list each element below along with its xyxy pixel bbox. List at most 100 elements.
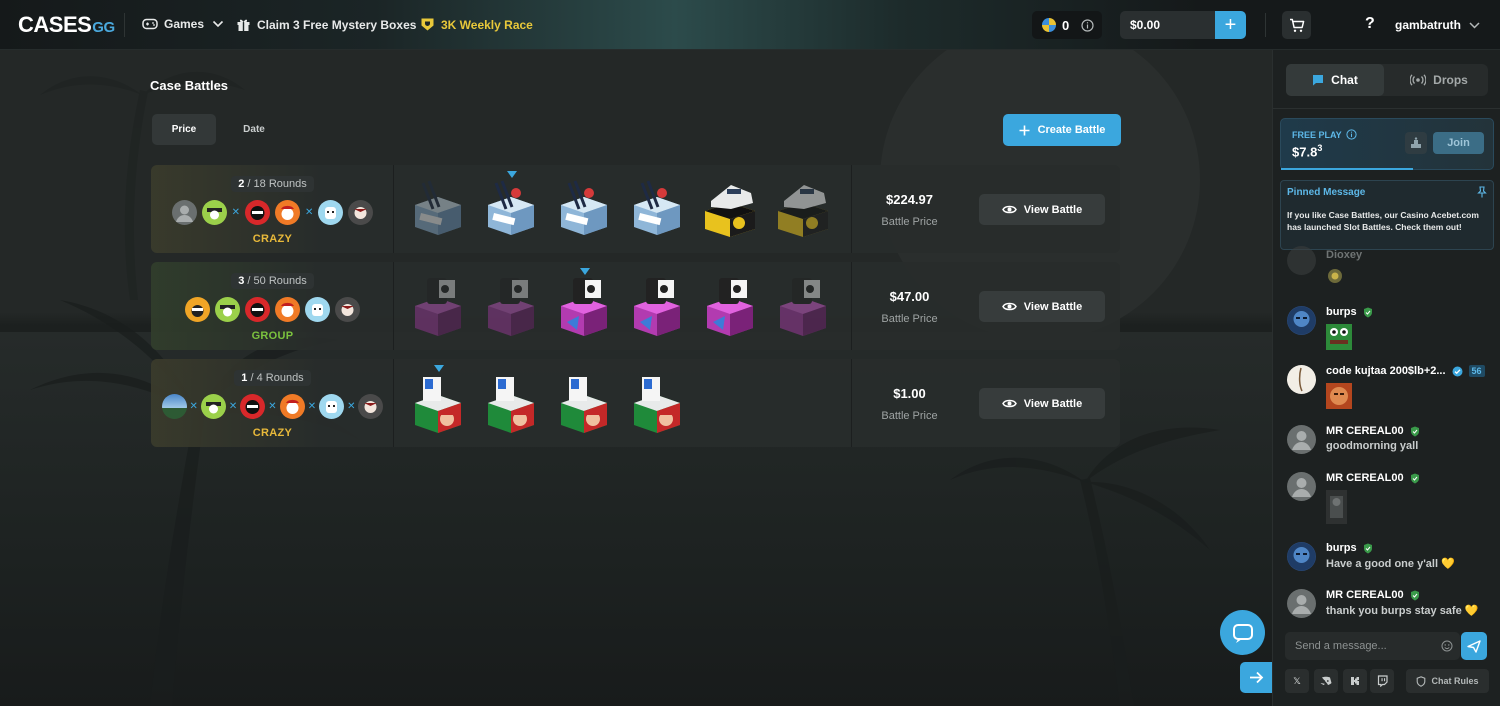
case-item[interactable] <box>701 175 759 241</box>
deposit-button[interactable]: + <box>1215 11 1246 39</box>
case-item[interactable] <box>628 272 686 338</box>
kick-link[interactable] <box>1343 669 1367 693</box>
plus-icon <box>1019 125 1030 135</box>
discord-link[interactable] <box>1314 669 1338 693</box>
avatar[interactable] <box>275 199 300 225</box>
battle-row[interactable]: 1 / 4 Rounds ✕ ✕ ✕ ✕ ✕ CRAZY $1.00 Battl… <box>151 359 1120 447</box>
avatar[interactable] <box>1287 472 1316 501</box>
avatar[interactable] <box>1287 589 1316 618</box>
sort-tab-price[interactable]: Price <box>152 114 216 145</box>
chat-rules-button[interactable]: Chat Rules <box>1406 669 1489 693</box>
view-battle-button[interactable]: View Battle <box>979 388 1105 419</box>
avatar[interactable] <box>200 393 226 419</box>
user-menu[interactable]: gambatruth <box>1395 18 1480 32</box>
vs-icon: ✕ <box>307 400 317 412</box>
avatar[interactable] <box>1287 246 1316 275</box>
chat-message-input[interactable]: Send a message... <box>1285 632 1460 660</box>
case-item[interactable] <box>774 272 832 338</box>
wallet-balance[interactable]: $0.00 <box>1120 11 1216 39</box>
info-icon[interactable] <box>1346 129 1357 140</box>
case-item[interactable] <box>555 369 613 435</box>
sort-tab-date[interactable]: Date <box>222 114 286 145</box>
help-icon[interactable]: ? <box>1365 15 1375 33</box>
send-message-button[interactable] <box>1461 632 1487 660</box>
chat-username[interactable]: code kujtaa 200$lb+2... 56 <box>1326 365 1485 377</box>
chat-username[interactable]: burps <box>1326 306 1373 318</box>
shield-icon <box>1410 590 1419 600</box>
info-icon[interactable] <box>1081 18 1094 32</box>
avatar[interactable] <box>358 393 384 419</box>
avatar[interactable] <box>305 296 330 322</box>
avatar[interactable] <box>245 296 270 322</box>
case-item[interactable] <box>482 369 540 435</box>
nav-weekly-race[interactable]: 3K Weekly Race <box>420 17 533 32</box>
case-item[interactable] <box>774 175 832 241</box>
divider <box>1273 108 1500 109</box>
nav-games[interactable]: Games <box>142 17 224 31</box>
avatar[interactable] <box>1287 365 1316 394</box>
free-play-amount-value: $7.8 <box>1292 144 1318 160</box>
case-item[interactable] <box>628 369 686 435</box>
console-case-icon <box>561 278 607 336</box>
chat-username[interactable]: Dioxey <box>1326 249 1362 261</box>
avatar[interactable] <box>335 296 360 322</box>
chat-bubble-button[interactable] <box>1220 610 1265 655</box>
avatar[interactable] <box>215 296 240 322</box>
case-item[interactable] <box>555 175 613 241</box>
tab-drops[interactable]: Drops <box>1390 64 1488 96</box>
avatar[interactable] <box>201 199 227 225</box>
avatar[interactable] <box>348 199 374 225</box>
cart-button[interactable] <box>1282 11 1311 39</box>
view-battle-button[interactable]: View Battle <box>979 194 1105 225</box>
chat-username[interactable]: burps <box>1326 542 1373 554</box>
case-item[interactable] <box>701 272 759 338</box>
total-rounds: / 4 Rounds <box>250 372 304 384</box>
vs-icon: ✕ <box>268 400 277 412</box>
case-item[interactable] <box>628 175 686 241</box>
tab-chat[interactable]: Chat <box>1286 64 1384 96</box>
case-item[interactable] <box>409 272 467 338</box>
avatar[interactable] <box>1287 425 1316 454</box>
vs-icon: ✕ <box>305 206 314 218</box>
avatar[interactable] <box>1287 542 1316 571</box>
coin-balance[interactable]: 0 <box>1032 11 1102 39</box>
nav-mystery-boxes[interactable]: Claim 3 Free Mystery Boxes <box>236 17 416 32</box>
view-battle-button[interactable]: View Battle <box>979 291 1105 322</box>
case-item[interactable] <box>409 175 467 241</box>
avatar[interactable] <box>161 393 187 419</box>
chat-username[interactable]: MR CEREAL00 <box>1326 472 1420 484</box>
avatar[interactable] <box>240 393 266 419</box>
ski-case-icon <box>415 180 461 235</box>
chat-username[interactable]: MR CEREAL00 <box>1326 425 1420 437</box>
avatar[interactable] <box>1287 306 1316 335</box>
avatar[interactable] <box>245 199 270 225</box>
create-battle-button[interactable]: Create Battle <box>1003 114 1121 146</box>
case-item[interactable] <box>482 272 540 338</box>
avatar[interactable] <box>185 296 210 322</box>
avatar[interactable] <box>279 393 305 419</box>
chat-username-text: burps <box>1326 306 1357 318</box>
logo[interactable]: CASESGG <box>18 12 115 38</box>
case-list <box>409 171 832 245</box>
case-item[interactable] <box>555 268 613 338</box>
shield-icon <box>1363 543 1372 553</box>
ghost-avatar-icon <box>326 400 338 413</box>
avatar[interactable] <box>171 199 197 225</box>
avatar[interactable] <box>275 296 300 322</box>
chat-message: Dioxey <box>1287 246 1492 286</box>
twitch-link[interactable] <box>1370 669 1394 693</box>
collapse-chat-button[interactable] <box>1240 662 1272 693</box>
free-play-info-button[interactable] <box>1405 132 1427 154</box>
case-item[interactable] <box>409 365 467 435</box>
avatar[interactable] <box>319 393 345 419</box>
case-item[interactable] <box>482 171 540 241</box>
emoji-icon[interactable] <box>1441 640 1453 652</box>
battle-row[interactable]: 3 / 50 Rounds GROUP $47.00 Battle Price <box>151 262 1120 350</box>
x-twitter-link[interactable]: 𝕏 <box>1285 669 1309 693</box>
chat-username[interactable]: MR CEREAL00 <box>1326 589 1420 601</box>
free-play-label: FREE PLAY <box>1292 129 1357 140</box>
join-free-play-button[interactable]: Join <box>1433 132 1484 154</box>
avatar[interactable] <box>318 199 344 225</box>
pin-icon[interactable] <box>1477 186 1487 198</box>
battle-row[interactable]: 2 / 18 Rounds ✕ ✕ CRAZY $224.97 Battle P… <box>151 165 1120 253</box>
